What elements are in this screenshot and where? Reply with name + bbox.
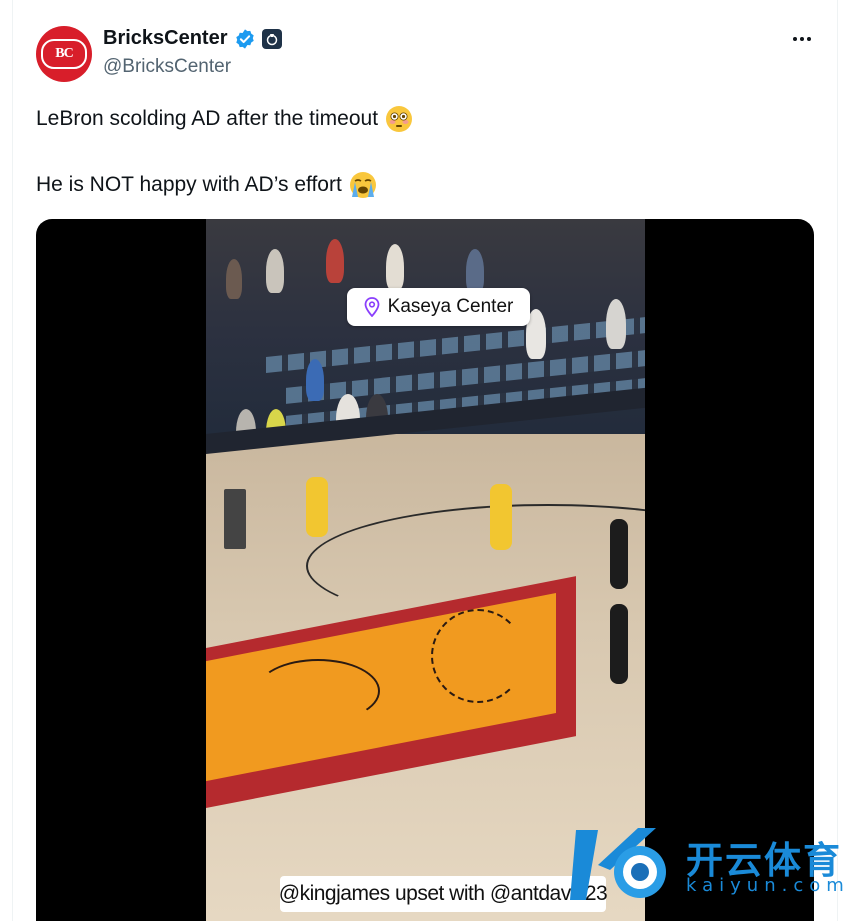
- player-heat-1: [610, 519, 628, 589]
- court-arc: [256, 659, 380, 723]
- verified-badge-icon[interactable]: [234, 28, 256, 50]
- player-lebron: [490, 484, 512, 550]
- video-player[interactable]: Kaseya Center @kingjames upset with @ant…: [36, 219, 814, 921]
- site-watermark: 开云体育 kaiyun.com: [568, 820, 848, 916]
- tweet-text-line-1: LeBron scolding AD after the timeout: [36, 105, 413, 133]
- video-frame[interactable]: Kaseya Center @kingjames upset with @ant…: [206, 219, 645, 921]
- location-pin-icon: [364, 297, 380, 317]
- affiliate-badge-icon[interactable]: [261, 28, 282, 49]
- author-name-row: BricksCenter: [103, 27, 282, 50]
- location-label: Kaseya Center: [387, 296, 514, 317]
- crying-face-emoji: [349, 172, 376, 198]
- watermark-domain-text: kaiyun.com: [686, 875, 850, 896]
- player-heat-2: [610, 604, 628, 684]
- more-options-icon[interactable]: [790, 30, 814, 48]
- user-handle[interactable]: @BricksCenter: [103, 56, 231, 78]
- avatar-logo: BC: [41, 39, 87, 69]
- tweet-text-line-2: He is NOT happy with AD’s effort: [36, 171, 377, 199]
- location-sticker: Kaseya Center: [347, 288, 530, 326]
- player-ad: [306, 477, 328, 537]
- watermark-logo-icon: [570, 828, 666, 900]
- flushed-face-emoji: [386, 106, 413, 132]
- tweet-text: LeBron scolding AD after the timeout: [36, 107, 379, 130]
- basketball-hoop: [224, 489, 246, 549]
- avatar[interactable]: BC: [36, 26, 92, 82]
- video-caption: @kingjames upset with @antdavis23: [279, 876, 608, 912]
- tweet-text: He is NOT happy with AD’s effort: [36, 173, 342, 196]
- display-name[interactable]: BricksCenter: [103, 27, 228, 50]
